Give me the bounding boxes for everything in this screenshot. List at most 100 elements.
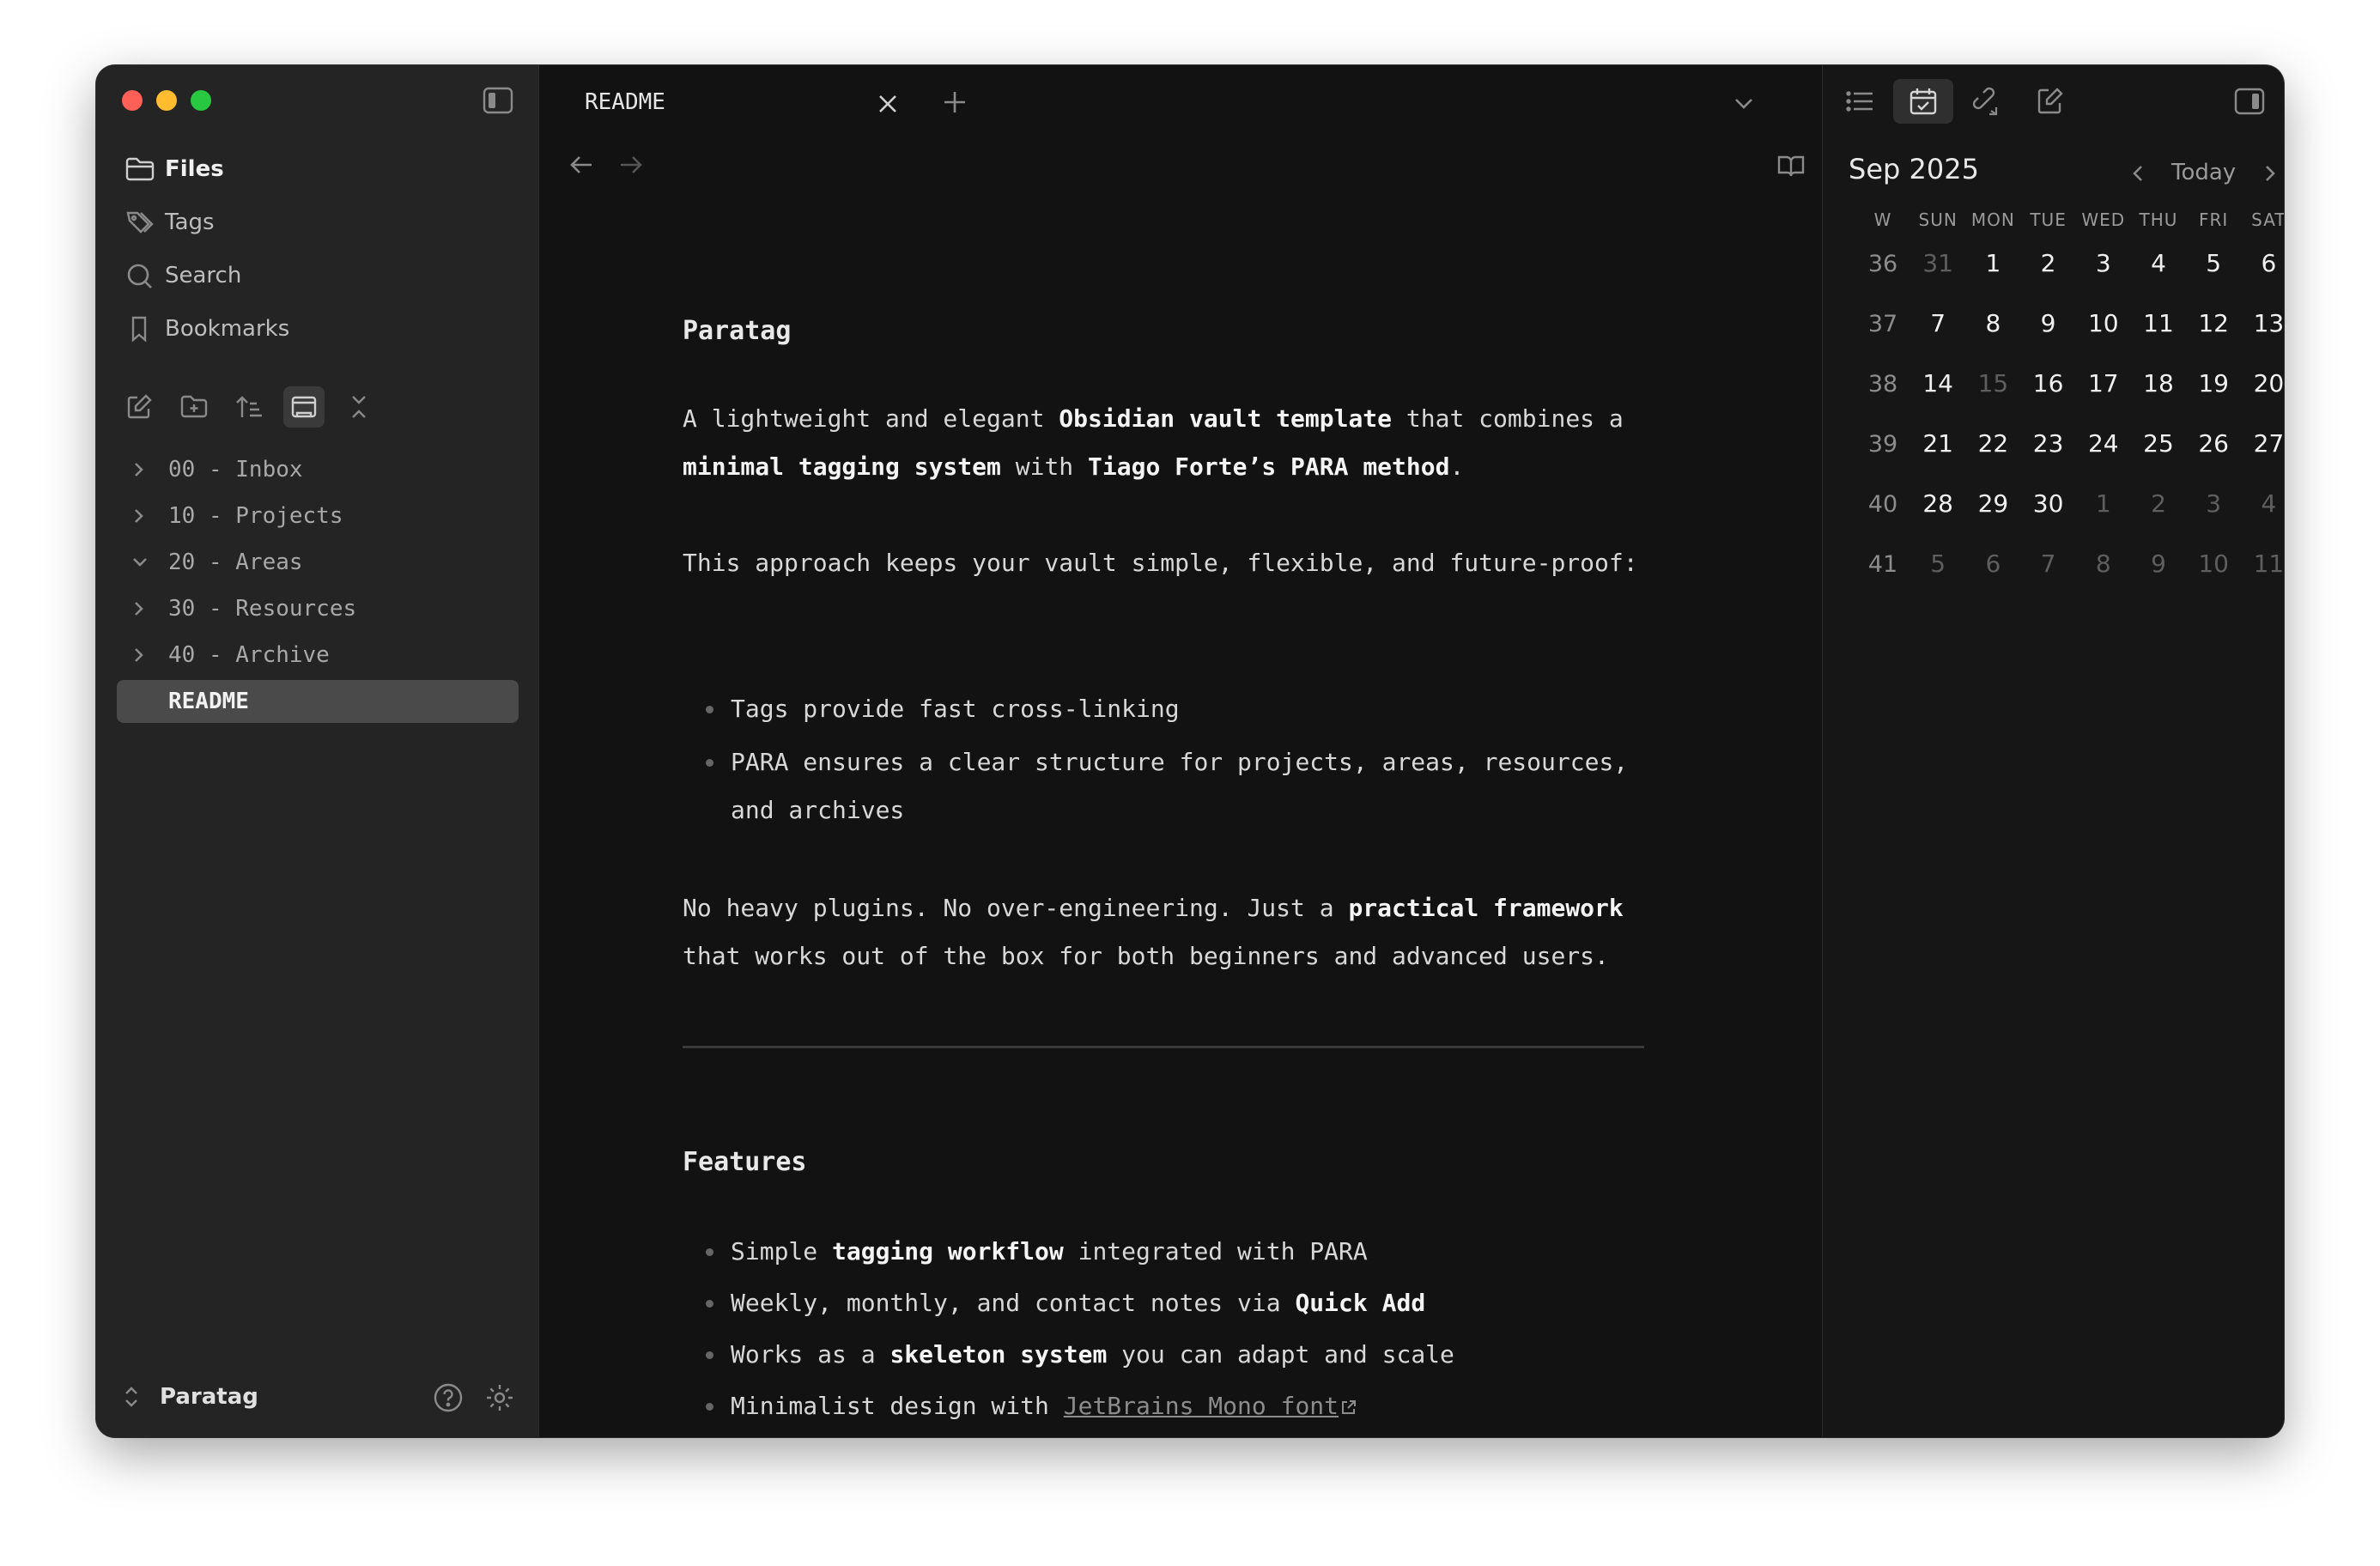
nav-bookmarks-label: Bookmarks [165,316,290,342]
calendar-day[interactable]: 29 [1965,489,2020,518]
reading-view-book-icon[interactable] [1776,153,1806,179]
right-sidebar: Sep 2025 Today W SUN MON TUE WED THU FRI SAT 36 3… [1822,65,2284,1437]
calendar-weekday-header: FRI [2199,209,2229,230]
nav-bookmarks[interactable]: Bookmarks [122,307,517,350]
calendar-week-number[interactable]: 39 [1855,431,1910,458]
calendar-day[interactable]: 5 [2186,249,2241,277]
next-month-chevron-right-icon[interactable] [2261,163,2280,184]
tree-folder-resources[interactable]: 30 - Resources [117,587,519,630]
calendar-day[interactable]: 10 [2186,549,2241,578]
calendar-day[interactable]: 11 [2241,549,2284,578]
zoom-window-button[interactable] [191,90,211,111]
folder-icon [125,157,155,181]
editor-area: README Paratag A lightweight and elegant… [540,65,1849,1437]
calendar-day[interactable]: 12 [2186,309,2241,337]
calendar-day[interactable]: 14 [1910,369,1965,398]
jetbrains-mono-link[interactable]: JetBrains Mono font [1064,1392,1339,1420]
calendar-day[interactable]: 30 [2021,489,2076,518]
tree-folder-areas[interactable]: 20 - Areas [117,541,519,584]
calendar-week-number[interactable]: 37 [1855,311,1910,337]
minimize-window-button[interactable] [156,90,177,111]
calendar-day[interactable]: 9 [2131,549,2186,578]
calendar-day[interactable]: 21 [1910,429,1965,458]
sort-order-button[interactable] [228,386,270,428]
calendar-day[interactable]: 13 [2241,309,2284,337]
tree-folder-projects[interactable]: 10 - Projects [117,495,519,537]
calendar-day[interactable]: 22 [1965,429,2020,458]
calendar-week-number[interactable]: 38 [1855,371,1910,398]
calendar-day[interactable]: 8 [2076,549,2131,578]
sort-icon [236,396,262,417]
new-folder-button[interactable] [173,386,215,428]
calendar-day[interactable]: 27 [2241,429,2284,458]
new-note-button[interactable] [118,386,160,428]
calendar-day[interactable]: 2 [2131,489,2186,518]
calendar-day[interactable]: 17 [2076,369,2131,398]
calendar-day[interactable]: 16 [2021,369,2076,398]
calendar-day[interactable]: 1 [1965,249,2020,277]
close-tab-icon[interactable] [877,93,899,115]
calendar-day[interactable]: 6 [2241,249,2284,277]
calendar-day[interactable]: 9 [2021,309,2076,337]
calendar-day[interactable]: 4 [2131,249,2186,277]
calendar-day[interactable]: 7 [1910,309,1965,337]
back-arrow-icon[interactable] [569,153,595,177]
calendar-day[interactable]: 23 [2021,429,2076,458]
calendar-day[interactable]: 18 [2131,369,2186,398]
reveal-file-icon [291,396,317,418]
calendar-day[interactable]: 25 [2131,429,2186,458]
calendar-day[interactable]: 8 [1965,309,2020,337]
nav-tags-label: Tags [165,209,215,235]
tab-list-chevron-down-icon[interactable] [1732,91,1756,115]
tree-item-label: 10 - Projects [168,503,343,529]
toggle-right-sidebar-button[interactable] [2219,79,2280,124]
calendar-day[interactable]: 3 [2186,489,2241,518]
calendar-day[interactable]: 10 [2076,309,2131,337]
toggle-left-sidebar-icon[interactable] [483,86,513,115]
vault-switcher[interactable]: Paratag [122,1384,258,1410]
nav-files[interactable]: Files [122,148,517,191]
calendar-day[interactable]: 28 [1910,489,1965,518]
list-item: Tags provide fast cross-linking [706,685,1667,733]
help-icon[interactable] [433,1382,464,1413]
calendar-week-number[interactable]: 36 [1855,251,1910,277]
calendar-day[interactable]: 19 [2186,369,2241,398]
calendar-day[interactable]: 6 [1965,549,2020,578]
calendar-day[interactable]: 7 [2021,549,2076,578]
forward-arrow-icon[interactable] [617,153,643,177]
calendar-day[interactable]: 15 [1965,369,2020,398]
tree-folder-archive[interactable]: 40 - Archive [117,634,519,677]
nav-search[interactable]: Search [122,254,517,297]
tree-file-readme[interactable]: README [117,680,519,723]
backlinks-button[interactable] [1957,79,2017,124]
chevron-right-icon [135,602,143,616]
calendar-weekday-header: TUE [2030,209,2067,230]
settings-gear-icon[interactable] [484,1382,515,1413]
close-window-button[interactable] [122,90,143,111]
collapse-all-button[interactable] [338,386,379,428]
calendar-week-number[interactable]: 40 [1855,491,1910,518]
auto-reveal-button[interactable] [283,386,325,428]
new-tab-icon[interactable] [942,89,968,115]
calendar-button[interactable] [1893,79,1953,124]
nav-tags[interactable]: Tags [122,201,517,244]
tab-readme[interactable]: README [540,65,921,144]
calendar-day[interactable]: 4 [2241,489,2284,518]
external-link-icon [1342,1400,1357,1414]
outline-button[interactable] [1830,79,1890,124]
calendar-today-button[interactable]: Today [2171,160,2236,185]
calendar-day[interactable]: 2 [2021,249,2076,277]
calendar-day[interactable]: 26 [2186,429,2241,458]
properties-button[interactable] [2020,79,2080,124]
calendar-day[interactable]: 20 [2241,369,2284,398]
calendar-day[interactable]: 11 [2131,309,2186,337]
outline-list-icon [1846,91,1873,112]
calendar-week-number[interactable]: 41 [1855,551,1910,578]
calendar-day[interactable]: 31 [1910,249,1965,277]
calendar-day[interactable]: 1 [2076,489,2131,518]
calendar-day[interactable]: 24 [2076,429,2131,458]
previous-month-chevron-left-icon[interactable] [2128,163,2147,184]
calendar-day[interactable]: 3 [2076,249,2131,277]
tree-folder-inbox[interactable]: 00 - Inbox [117,448,519,491]
calendar-day[interactable]: 5 [1910,549,1965,578]
